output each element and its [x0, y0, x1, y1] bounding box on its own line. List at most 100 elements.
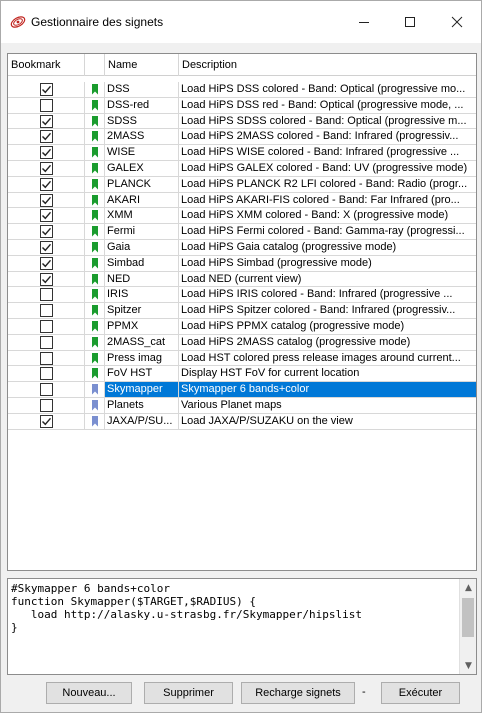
execute-button[interactable]: Exécuter: [381, 682, 460, 704]
bookmark-description[interactable]: Display HST FoV for current location: [179, 366, 476, 381]
bookmark-description[interactable]: Load HiPS PPMX catalog (progressive mode…: [179, 319, 476, 334]
bookmark-name[interactable]: 2MASS: [105, 129, 179, 145]
bookmark-description[interactable]: Load HiPS WISE colored - Band: Infrared …: [179, 145, 476, 160]
bookmark-checkbox[interactable]: [39, 351, 53, 365]
bookmark-name[interactable]: XMM: [105, 208, 179, 224]
table-row[interactable]: PPMX Load HiPS PPMX catalog (progressive …: [8, 318, 476, 335]
table-row[interactable]: Press imag Load HST colored press release…: [8, 350, 476, 367]
bookmark-checkbox[interactable]: [39, 98, 53, 112]
bookmark-description[interactable]: Load HiPS DSS red - Band: Optical (progr…: [179, 98, 476, 113]
bookmark-checkbox[interactable]: [39, 130, 53, 144]
bookmark-description[interactable]: Load HiPS Gaia catalog (progressive mode…: [179, 240, 476, 255]
bookmark-name[interactable]: Fermi: [105, 224, 179, 240]
table-row[interactable]: SDSS Load HiPS SDSS colored - Band: Optic…: [8, 113, 476, 130]
bookmark-name[interactable]: Press imag: [105, 350, 179, 366]
bookmark-name[interactable]: DSS: [105, 82, 179, 97]
bookmark-checkbox[interactable]: [39, 209, 53, 223]
scroll-down-icon[interactable]: ▼: [460, 657, 477, 674]
bookmark-name[interactable]: 2MASS_cat: [105, 334, 179, 350]
bookmark-description[interactable]: Load HiPS DSS colored - Band: Optical (p…: [179, 82, 476, 97]
table-row[interactable]: NED Load NED (current view): [8, 271, 476, 288]
bookmark-description[interactable]: Load HiPS PLANCK R2 LFI colored - Band: …: [179, 177, 476, 192]
bookmark-name[interactable]: GALEX: [105, 160, 179, 176]
bookmark-description[interactable]: Load HiPS 2MASS colored - Band: Infrared…: [179, 129, 476, 144]
table-row[interactable]: Skymapper Skymapper 6 bands+color: [8, 382, 476, 398]
column-header-description[interactable]: Description: [179, 54, 476, 76]
bookmark-checkbox[interactable]: [39, 335, 53, 349]
bookmark-checkbox[interactable]: [39, 304, 53, 318]
table-row[interactable]: WISE Load HiPS WISE colored - Band: Infra…: [8, 145, 476, 161]
bookmark-name[interactable]: AKARI: [105, 192, 179, 208]
table-row[interactable]: 2MASS_cat Load HiPS 2MASS catalog (progre…: [8, 334, 476, 351]
bookmark-checkbox[interactable]: [39, 240, 53, 254]
bookmark-name[interactable]: PPMX: [105, 318, 179, 334]
script-code[interactable]: #Skymapper 6 bands+color function Skymap…: [11, 582, 451, 634]
bookmark-description[interactable]: Load HiPS Fermi colored - Band: Gamma-ra…: [179, 224, 476, 239]
bookmark-checkbox[interactable]: [39, 272, 53, 286]
bookmark-checkbox[interactable]: [39, 319, 53, 333]
bookmark-description[interactable]: Load JAXA/P/SUZAKU on the view: [179, 414, 476, 429]
scroll-thumb[interactable]: [462, 598, 474, 637]
bookmark-checkbox[interactable]: [39, 225, 53, 239]
bookmark-description[interactable]: Load HiPS SDSS colored - Band: Optical (…: [179, 114, 476, 129]
bookmark-checkbox[interactable]: [39, 256, 53, 270]
bookmark-name[interactable]: Spitzer: [105, 303, 179, 319]
table-row[interactable]: Planets Various Planet maps: [8, 397, 476, 414]
table-row[interactable]: JAXA/P/SU... Load JAXA/P/SUZAKU on the vi…: [8, 413, 476, 430]
bookmark-checkbox[interactable]: [39, 414, 53, 428]
bookmark-name[interactable]: Gaia: [105, 239, 179, 255]
bookmark-description[interactable]: Load NED (current view): [179, 272, 476, 287]
bookmark-checkbox[interactable]: [39, 288, 53, 302]
bookmark-name[interactable]: DSS-red: [105, 97, 179, 113]
bookmark-description[interactable]: Load HiPS AKARI-FIS colored - Band: Far …: [179, 193, 476, 208]
table-row[interactable]: Fermi Load HiPS Fermi colored - Band: Gam…: [8, 224, 476, 240]
table-row[interactable]: AKARI Load HiPS AKARI-FIS colored - Band:…: [8, 192, 476, 209]
table-row[interactable]: Gaia Load HiPS Gaia catalog (progressive …: [8, 239, 476, 256]
bookmark-description[interactable]: Load HiPS IRIS colored - Band: Infrared …: [179, 287, 476, 302]
bookmark-checkbox[interactable]: [39, 193, 53, 207]
table-row[interactable]: FoV HST Display HST FoV for current locat…: [8, 366, 476, 383]
column-header-name[interactable]: Name: [105, 54, 179, 76]
scroll-up-icon[interactable]: ▲: [460, 579, 477, 596]
minimize-button[interactable]: [341, 1, 387, 43]
close-button[interactable]: [434, 1, 480, 43]
bookmark-name[interactable]: JAXA/P/SU...: [105, 413, 179, 429]
table-row[interactable]: DSS Load HiPS DSS colored - Band: Optical…: [8, 82, 476, 98]
bookmark-name[interactable]: Planets: [105, 397, 179, 413]
bookmark-checkbox[interactable]: [39, 83, 53, 96]
bookmark-name[interactable]: SDSS: [105, 113, 179, 129]
table-row[interactable]: XMM Load HiPS XMM colored - Band: X (prog…: [8, 208, 476, 225]
bookmark-description[interactable]: Load HST colored press release images ar…: [179, 351, 476, 366]
table-row[interactable]: 2MASS Load HiPS 2MASS colored - Band: Inf…: [8, 129, 476, 146]
table-row[interactable]: Spitzer Load HiPS Spitzer colored - Band:…: [8, 303, 476, 319]
maximize-button[interactable]: [387, 1, 433, 43]
editor-scrollbar[interactable]: ▲ ▼: [459, 579, 476, 674]
table-row[interactable]: Simbad Load HiPS Simbad (progressive mode…: [8, 255, 476, 272]
bookmark-name[interactable]: Skymapper: [105, 382, 179, 398]
new-button[interactable]: Nouveau...: [46, 682, 132, 704]
reload-bookmarks-button[interactable]: Recharge signets: [241, 682, 355, 704]
table-row[interactable]: DSS-red Load HiPS DSS red - Band: Optical…: [8, 97, 476, 114]
table-row[interactable]: GALEX Load HiPS GALEX colored - Band: UV …: [8, 160, 476, 177]
bookmark-checkbox[interactable]: [39, 146, 53, 160]
table-row[interactable]: IRIS Load HiPS IRIS colored - Band: Infra…: [8, 287, 476, 304]
bookmark-description[interactable]: Load HiPS 2MASS catalog (progressive mod…: [179, 335, 476, 350]
bookmark-name[interactable]: PLANCK: [105, 176, 179, 192]
bookmark-checkbox[interactable]: [39, 398, 53, 412]
table-row[interactable]: PLANCK Load HiPS PLANCK R2 LFI colored - …: [8, 176, 476, 193]
bookmark-checkbox[interactable]: [39, 383, 53, 397]
bookmark-description[interactable]: Various Planet maps: [179, 398, 476, 413]
column-header-icon[interactable]: [85, 54, 105, 76]
bookmark-description[interactable]: Load HiPS Spitzer colored - Band: Infrar…: [179, 303, 476, 318]
bookmark-name[interactable]: Simbad: [105, 255, 179, 271]
bookmark-description[interactable]: Load HiPS GALEX colored - Band: UV (prog…: [179, 161, 476, 176]
bookmark-name[interactable]: FoV HST: [105, 366, 179, 382]
bookmark-description[interactable]: Load HiPS Simbad (progressive mode): [179, 256, 476, 271]
bookmark-checkbox[interactable]: [39, 114, 53, 128]
bookmark-description[interactable]: Load HiPS XMM colored - Band: X (progres…: [179, 208, 476, 223]
script-editor[interactable]: #Skymapper 6 bands+color function Skymap…: [7, 578, 477, 675]
title-bar[interactable]: Gestionnaire des signets: [1, 1, 481, 43]
bookmark-name[interactable]: WISE: [105, 145, 179, 161]
delete-button[interactable]: Supprimer: [144, 682, 233, 704]
bookmark-description[interactable]: Skymapper 6 bands+color: [179, 382, 476, 398]
